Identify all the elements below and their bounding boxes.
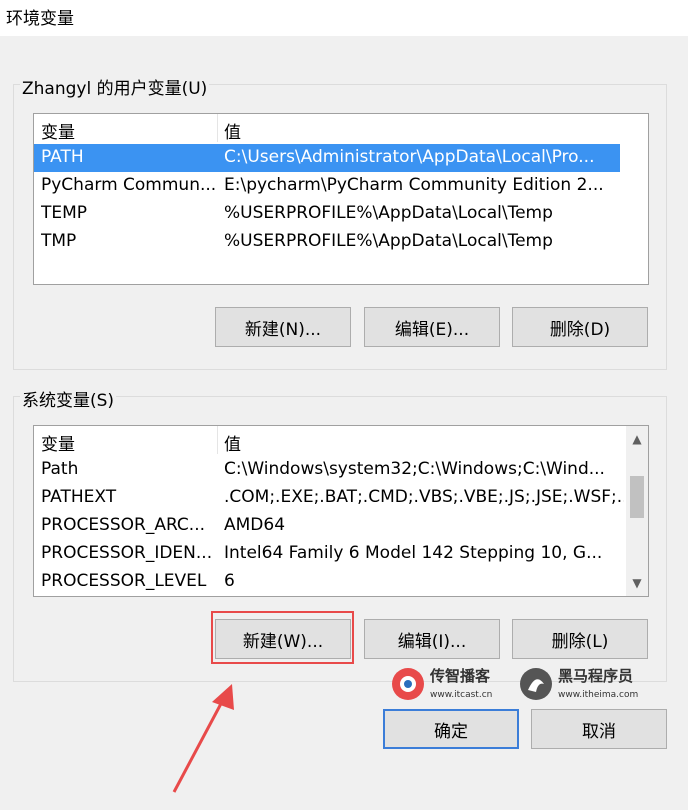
user-new-button[interactable]: 新建(N)... — [215, 307, 351, 347]
window-title: 环境变量 — [6, 9, 74, 29]
annotation-arrow — [172, 684, 234, 793]
row-value: AMD64 — [224, 515, 286, 535]
row-value: %USERPROFILE%\AppData\Local\Temp — [224, 231, 553, 251]
brand2-name: 黑马程序员 — [558, 667, 633, 685]
row-value: 6 — [224, 571, 235, 591]
cancel-button[interactable]: 取消 — [531, 709, 667, 749]
row-name: PATH — [41, 147, 84, 167]
watermark-logos: 传智播客 www.itcast.cn 黑马程序员 www.itheima.com — [388, 664, 658, 704]
row-value: %USERPROFILE%\AppData\Local\Temp — [224, 203, 553, 223]
row-name: PROCESSOR_LEVEL — [41, 571, 207, 591]
title-bar: 环境变量 — [0, 0, 688, 36]
table-row[interactable]: PATH C:\Users\Administrator\AppData\Loca… — [34, 144, 620, 172]
row-value: .COM;.EXE;.BAT;.CMD;.VBS;.VBE;.JS;.JSE;.… — [224, 487, 624, 507]
brand2-url: www.itheima.com — [558, 690, 638, 700]
row-name: PyCharm Commun... — [41, 175, 217, 195]
system-edit-button[interactable]: 编辑(I)... — [364, 619, 500, 659]
system-delete-button[interactable]: 删除(L) — [512, 619, 648, 659]
table-row[interactable]: PROCESSOR_LEVEL 6 — [34, 568, 626, 596]
column-header-value[interactable]: 值 — [224, 430, 241, 455]
table-row[interactable]: TEMP %USERPROFILE%\AppData\Local\Temp — [34, 200, 620, 228]
scrollbar-thumb[interactable] — [630, 476, 644, 518]
system-vars-list[interactable]: 变量 值 Path C:\Windows\system32;C:\Windows… — [33, 425, 649, 597]
table-row[interactable]: PyCharm Commun... E:\pycharm\PyCharm Com… — [34, 172, 620, 200]
table-row[interactable]: Path C:\Windows\system32;C:\Windows;C:\W… — [34, 456, 626, 484]
table-row[interactable]: PROCESSOR_ARC... AMD64 — [34, 512, 626, 540]
watermark-graphic: 传智播客 www.itcast.cn 黑马程序员 www.itheima.com — [392, 667, 638, 700]
row-value: E:\pycharm\PyCharm Community Edition 2..… — [224, 175, 604, 195]
table-row[interactable]: PATHEXT .COM;.EXE;.BAT;.CMD;.VBS;.VBE;.J… — [34, 484, 626, 512]
table-row[interactable]: TMP %USERPROFILE%\AppData\Local\Temp — [34, 228, 620, 256]
brand1-url: www.itcast.cn — [430, 690, 492, 700]
column-header-value[interactable]: 值 — [224, 118, 241, 143]
row-value: C:\Users\Administrator\AppData\Local\Pro… — [224, 147, 595, 167]
system-vars-group-label: 系统变量(S) — [20, 386, 117, 411]
row-name: Path — [41, 459, 79, 479]
user-vars-list[interactable]: 变量 值 PATH C:\Users\Administrator\AppData… — [33, 113, 649, 285]
column-header-name[interactable]: 变量 — [41, 430, 75, 455]
system-vars-list-header: 变量 值 — [34, 426, 626, 455]
row-name: TEMP — [41, 203, 88, 223]
row-name: PROCESSOR_ARC... — [41, 515, 206, 535]
user-vars-group-label: Zhangyl 的用户变量(U) — [20, 74, 210, 99]
row-name: PROCESSOR_IDEN... — [41, 543, 213, 563]
row-name: PATHEXT — [41, 487, 117, 507]
user-edit-button[interactable]: 编辑(E)... — [364, 307, 500, 347]
row-value: C:\Windows\system32;C:\Windows;C:\Wind..… — [224, 459, 605, 479]
ok-button[interactable]: 确定 — [383, 709, 519, 749]
column-header-name[interactable]: 变量 — [41, 118, 75, 143]
chevron-down-icon[interactable]: ▼ — [626, 572, 648, 594]
chevron-up-icon[interactable]: ▲ — [626, 428, 648, 450]
user-delete-button[interactable]: 删除(D) — [512, 307, 648, 347]
row-value: Intel64 Family 6 Model 142 Stepping 10, … — [224, 543, 603, 563]
table-row[interactable]: PROCESSOR_IDEN... Intel64 Family 6 Model… — [34, 540, 626, 568]
column-separator[interactable] — [217, 114, 218, 142]
system-vars-scrollbar[interactable]: ▲ ▼ — [626, 426, 648, 596]
brand1-name: 传智播客 — [429, 667, 491, 685]
column-separator[interactable] — [217, 426, 218, 454]
row-name: TMP — [41, 231, 77, 251]
user-vars-list-header: 变量 值 — [34, 114, 648, 143]
annotation-highlight-box — [211, 611, 354, 664]
